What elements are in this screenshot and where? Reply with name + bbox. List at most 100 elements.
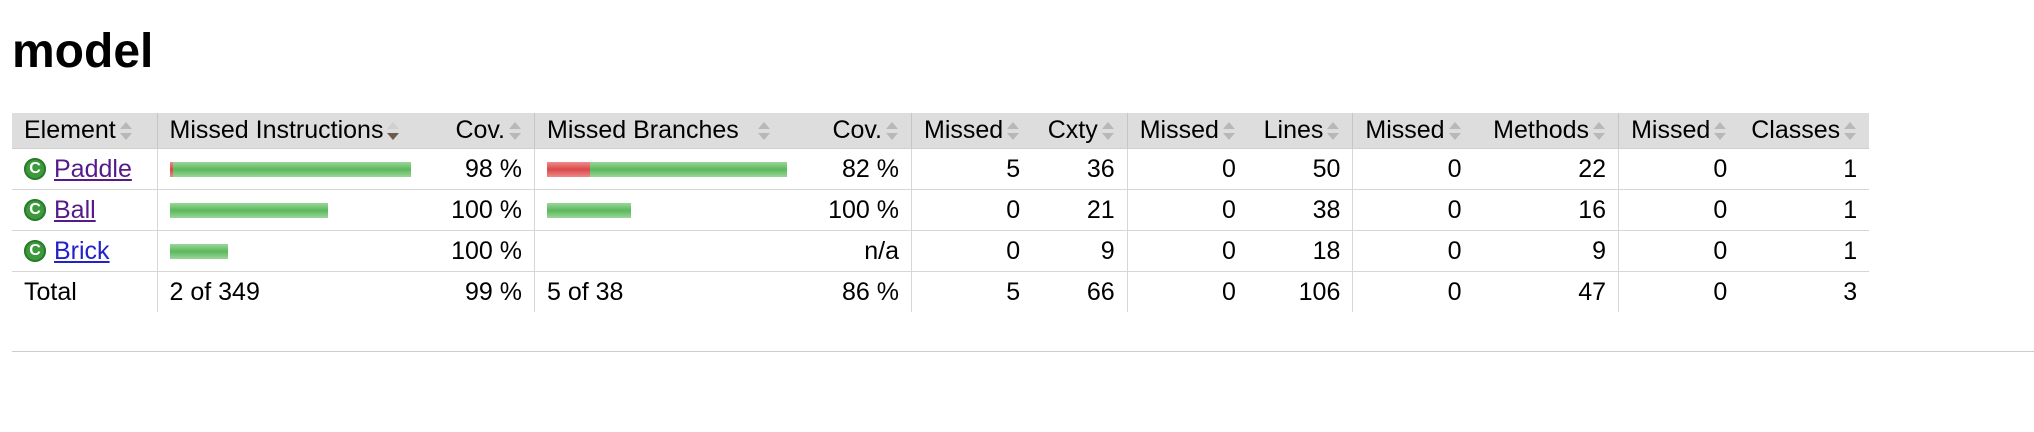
table-row: Brick 100 % n/a 0 9 0 18 0 9 0 1 — [12, 230, 1870, 272]
methods: 16 — [1473, 189, 1619, 231]
lines: 38 — [1247, 189, 1353, 231]
missed-methods: 0 — [1352, 230, 1474, 272]
column-header-missed-branches[interactable]: Missed Branches — [534, 113, 800, 149]
column-header-classes[interactable]: Classes — [1739, 113, 1870, 149]
lines: 50 — [1247, 148, 1353, 190]
complexity: 21 — [1032, 189, 1128, 231]
total-missed-branches: 5 of 38 — [534, 271, 800, 312]
column-header-branches-coverage[interactable]: Cov. — [799, 113, 912, 149]
missed-instructions-bar-cell — [156, 148, 423, 190]
table-row: Ball 100 % 100 % 0 21 0 38 0 16 0 1 — [12, 189, 1870, 231]
column-header-missed-lines[interactable]: Missed — [1126, 113, 1248, 149]
total-missed-instructions: 2 of 349 — [156, 271, 423, 312]
total-missed-lines: 0 — [1126, 271, 1248, 312]
lines: 18 — [1247, 230, 1353, 272]
missed-instructions-bar-cell — [156, 189, 423, 231]
coverage-table: Element Missed Instructions Cov. Missed … — [12, 113, 1870, 312]
missed-branches-bar-cell — [534, 230, 800, 272]
instructions-coverage: 100 % — [422, 189, 535, 231]
page-title: model — [12, 25, 154, 78]
missed-methods: 0 — [1352, 148, 1474, 190]
column-header-complexity[interactable]: Cxty — [1032, 113, 1128, 149]
sort-arrows-icon — [1222, 122, 1236, 141]
sort-arrows-icon — [757, 122, 771, 141]
footer-divider — [12, 351, 2034, 352]
missed-instructions-bar-cell — [156, 230, 423, 272]
total-methods: 47 — [1578, 277, 1607, 306]
sort-arrows-icon — [1843, 122, 1857, 141]
branches-coverage-bar — [547, 161, 788, 177]
column-header-missed-instructions[interactable]: Missed Instructions — [156, 113, 423, 149]
instructions-coverage: 98 % — [422, 148, 535, 190]
column-header-missed-classes[interactable]: Missed — [1618, 113, 1740, 149]
instructions-covered-segment — [172, 161, 411, 177]
class-c-icon — [24, 158, 46, 180]
sort-arrows-icon — [1006, 122, 1020, 141]
table-body: Paddle 98 % 82 % 5 36 0 50 0 22 0 1 Ball… — [12, 148, 1870, 272]
missed-classes: 0 — [1618, 148, 1740, 190]
missed-complexity: 5 — [911, 148, 1033, 190]
column-header-missed-complexity[interactable]: Missed — [911, 113, 1033, 149]
missed-lines: 0 — [1126, 148, 1248, 190]
sort-arrows-icon — [119, 122, 133, 141]
sort-arrows-icon — [508, 122, 522, 141]
total-classes: 3 — [1843, 277, 1858, 306]
total-missed-classes: 0 — [1618, 271, 1740, 312]
missed-classes: 0 — [1618, 189, 1740, 231]
methods: 9 — [1473, 230, 1619, 272]
classes: 1 — [1739, 230, 1870, 272]
complexity: 36 — [1032, 148, 1128, 190]
complexity: 9 — [1032, 230, 1128, 272]
branches-coverage-bar — [547, 202, 788, 218]
branches-covered-segment — [590, 161, 787, 177]
column-header-instructions-coverage[interactable]: Cov. — [422, 113, 535, 149]
table-header: Element Missed Instructions Cov. Missed … — [12, 113, 1870, 149]
total-row: Total 2 of 349 99 % 5 of 38 86 % 5 66 0 … — [12, 271, 1869, 312]
element-link-brick[interactable]: Brick — [54, 237, 110, 266]
missed-lines: 0 — [1126, 189, 1248, 231]
element-link-ball[interactable]: Ball — [54, 196, 96, 225]
total-missed-methods: 0 — [1352, 271, 1474, 312]
branches-coverage: n/a — [799, 230, 912, 272]
column-header-missed-methods[interactable]: Missed — [1352, 113, 1474, 149]
element-link-paddle[interactable]: Paddle — [54, 155, 132, 184]
instructions-covered-segment — [169, 243, 228, 259]
element-cell: Paddle — [12, 148, 157, 190]
sort-arrows-icon — [885, 122, 899, 141]
column-header-methods[interactable]: Methods — [1473, 113, 1619, 149]
missed-methods: 0 — [1352, 189, 1474, 231]
column-header-element[interactable]: Element — [12, 113, 157, 149]
branches-coverage: 100 % — [799, 189, 912, 231]
missed-branches-bar-cell — [534, 189, 800, 231]
instructions-coverage: 100 % — [422, 230, 535, 272]
sort-arrows-icon — [1713, 122, 1727, 141]
total-complexity: 66 — [1086, 277, 1115, 306]
table-row: Paddle 98 % 82 % 5 36 0 50 0 22 0 1 — [12, 148, 1870, 190]
sort-arrows-icon — [1448, 122, 1462, 141]
branches-coverage: 82 % — [799, 148, 912, 190]
total-lines: 106 — [1298, 277, 1341, 306]
branches-missed-segment — [547, 161, 590, 177]
instructions-coverage-bar — [169, 202, 411, 218]
classes: 1 — [1739, 148, 1870, 190]
total-label: Total — [24, 277, 77, 306]
missed-classes: 0 — [1618, 230, 1740, 272]
classes: 1 — [1739, 189, 1870, 231]
branches-coverage-bar — [547, 244, 788, 259]
sort-arrows-icon — [1592, 122, 1606, 141]
branches-covered-segment — [547, 202, 631, 218]
sort-descending-icon — [386, 122, 400, 141]
total-instructions-coverage: 99 % — [465, 277, 522, 306]
class-c-icon — [24, 240, 46, 262]
missed-complexity: 0 — [911, 189, 1033, 231]
column-header-lines[interactable]: Lines — [1247, 113, 1353, 149]
sort-arrows-icon — [1326, 122, 1340, 141]
class-c-icon — [24, 199, 46, 221]
sort-arrows-icon — [1101, 122, 1115, 141]
missed-lines: 0 — [1126, 230, 1248, 272]
missed-complexity: 0 — [911, 230, 1033, 272]
missed-branches-bar-cell — [534, 148, 800, 190]
methods: 22 — [1473, 148, 1619, 190]
element-cell: Ball — [12, 189, 157, 231]
table-footer: Total 2 of 349 99 % 5 of 38 86 % 5 66 0 … — [12, 271, 1869, 312]
